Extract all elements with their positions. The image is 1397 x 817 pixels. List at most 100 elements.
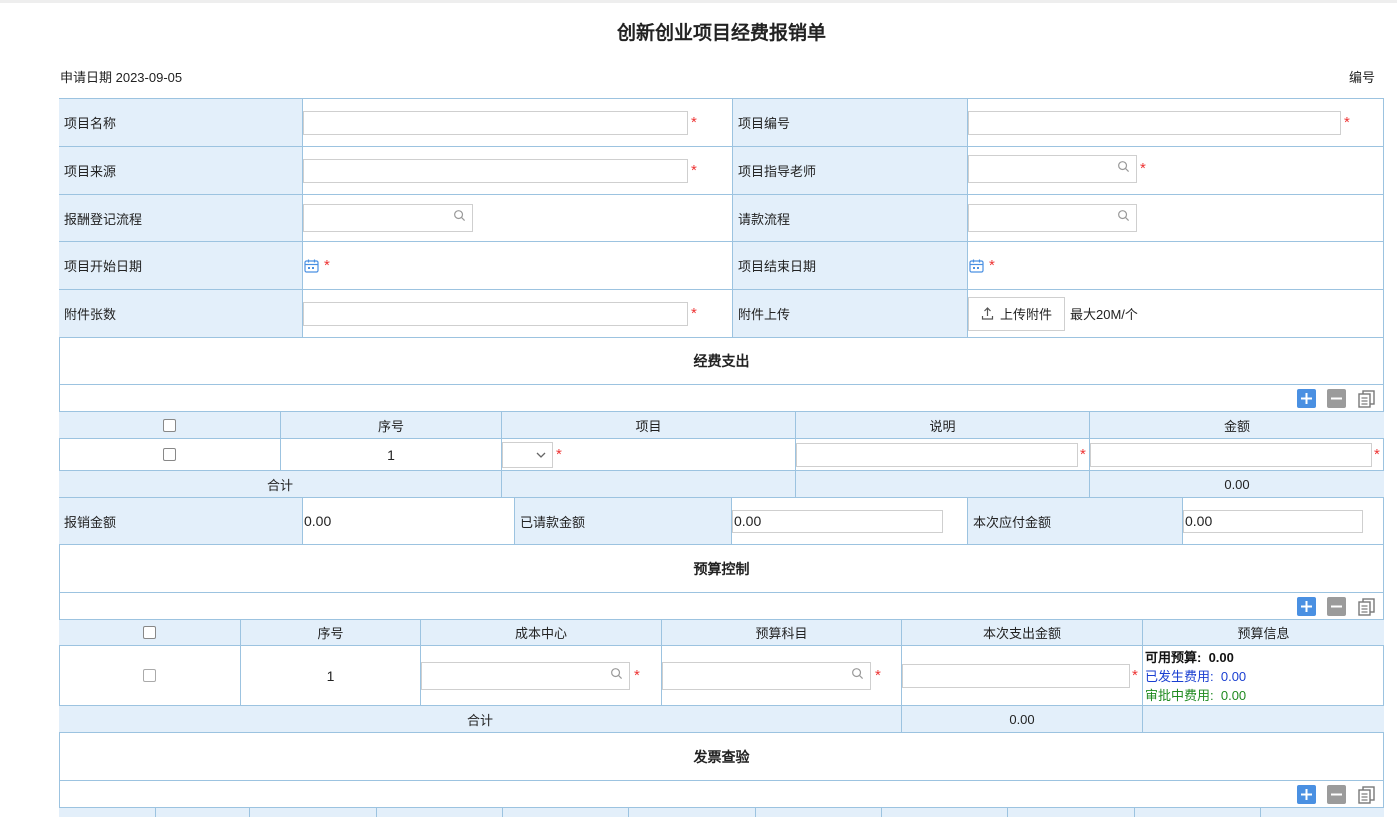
budget-table-header: 序号 成本中心 预算科目 本次支出金额 预算信息 xyxy=(59,619,1384,645)
expense-item-cell: * xyxy=(501,439,795,470)
delete-row-button[interactable] xyxy=(1327,389,1346,408)
copy-row-button[interactable] xyxy=(1357,597,1376,616)
copy-icon xyxy=(1358,786,1375,804)
column-header: 说明 xyxy=(795,412,1089,438)
required-mark: * xyxy=(1344,114,1350,131)
column-header: 金额 xyxy=(1089,412,1384,438)
column-header xyxy=(1007,808,1134,817)
column-header: 项目 xyxy=(501,412,795,438)
payable-amount-label: 本次应付金额 xyxy=(967,498,1182,544)
plus-icon xyxy=(1301,789,1312,800)
required-mark: * xyxy=(556,446,562,463)
end-date-label: 项目结束日期 xyxy=(732,242,967,289)
column-header xyxy=(628,808,755,817)
budget-info-cell: 可用预算: 0.00 已发生费用: 0.00 审批中费用: 0.00 xyxy=(1142,646,1384,705)
apply-date: 申请日期 2023-09-05 xyxy=(60,70,183,85)
column-header: 预算信息 xyxy=(1142,620,1384,645)
project-source-input[interactable] xyxy=(303,158,688,183)
expense-amount-input[interactable] xyxy=(1090,442,1372,467)
cost-center-cell: * xyxy=(420,646,661,705)
reimburse-amount-label: 报销金额 xyxy=(59,498,302,544)
column-header xyxy=(155,808,249,817)
project-mentor-cell: * xyxy=(967,147,1384,194)
project-source-label: 项目来源 xyxy=(59,147,302,194)
add-row-button[interactable] xyxy=(1297,389,1316,408)
page-title: 创新创业项目经费报销单 xyxy=(616,23,826,44)
row-index: 1 xyxy=(240,646,420,705)
form-row-attachments: 附件张数 * 附件上传 上传附件 最大20M/个 xyxy=(59,289,1384,337)
budget-subject-search[interactable] xyxy=(662,661,871,690)
empty-cell xyxy=(501,471,795,497)
row-select-cell xyxy=(59,646,240,705)
expense-total-row: 合计 0.00 xyxy=(59,470,1384,497)
form-row-flows: 报酬登记流程 请款流程 xyxy=(59,194,1384,241)
add-row-button[interactable] xyxy=(1297,785,1316,804)
required-mark: * xyxy=(1080,446,1086,463)
expense-amount-cell: * xyxy=(1089,439,1384,470)
amounts-row: 报销金额 0.00 已请款金额 0.00 本次应付金额 0.00 xyxy=(59,497,1384,544)
upload-limit-text: 最大20M/个 xyxy=(1070,307,1138,322)
row-checkbox[interactable] xyxy=(163,448,176,461)
project-code-cell: * xyxy=(967,99,1384,146)
expense-section-header: 经费支出 xyxy=(59,337,1384,384)
chevron-down-icon xyxy=(536,452,546,458)
invoice-table-header xyxy=(59,807,1384,817)
form-row-project-source: 项目来源 * 项目指导老师 * xyxy=(59,146,1384,194)
copy-icon xyxy=(1358,390,1375,408)
copy-row-button[interactable] xyxy=(1357,389,1376,408)
column-header: 成本中心 xyxy=(420,620,661,645)
column-header xyxy=(502,808,628,817)
project-mentor-label: 项目指导老师 xyxy=(732,147,967,194)
column-header xyxy=(881,808,1007,817)
copy-row-button[interactable] xyxy=(1357,785,1376,804)
spend-amount-input[interactable] xyxy=(902,663,1130,688)
project-name-input[interactable] xyxy=(303,110,688,135)
attachment-count-input[interactable] xyxy=(303,301,688,326)
reimburse-flow-search[interactable] xyxy=(303,204,473,232)
form-row-project-name: 项目名称 * 项目编号 * xyxy=(59,98,1384,146)
required-mark: * xyxy=(1374,446,1380,463)
expense-desc-input[interactable] xyxy=(796,442,1078,467)
minus-icon xyxy=(1331,793,1342,796)
delete-row-button[interactable] xyxy=(1327,597,1346,616)
invoice-section-header: 发票查验 xyxy=(59,732,1384,780)
upload-attachment-button[interactable]: 上传附件 xyxy=(968,296,1066,331)
expense-toolbar xyxy=(59,384,1384,411)
minus-icon xyxy=(1331,605,1342,608)
calendar-icon[interactable] xyxy=(304,259,319,273)
search-icon xyxy=(454,210,466,222)
select-all-checkbox[interactable] xyxy=(163,418,176,432)
expense-item-select[interactable] xyxy=(502,441,553,468)
start-date-label: 项目开始日期 xyxy=(59,242,302,289)
add-row-button[interactable] xyxy=(1297,597,1316,616)
pending-cost: 审批中费用: 0.00 xyxy=(1145,688,1247,703)
requested-amount-input[interactable]: 0.00 xyxy=(732,509,943,533)
calendar-icon[interactable] xyxy=(969,259,984,273)
request-flow-search[interactable] xyxy=(968,204,1137,232)
required-mark: * xyxy=(1140,160,1146,177)
budget-subject-cell: * xyxy=(661,646,901,705)
budget-table-row: 1 * * * 可用预算: 0.00 已发生费用: 0.00 审批中费用: 0.… xyxy=(59,645,1384,705)
plus-icon xyxy=(1301,601,1312,612)
column-header xyxy=(1134,808,1260,817)
spend-amount-cell: * xyxy=(901,646,1142,705)
payable-amount-cell: 0.00 xyxy=(1182,498,1384,544)
row-select-cell xyxy=(59,439,280,470)
cost-center-search[interactable] xyxy=(421,661,630,690)
expense-total-value: 0.00 xyxy=(1089,471,1384,497)
project-code-input[interactable] xyxy=(968,110,1341,135)
project-mentor-search[interactable] xyxy=(968,154,1137,183)
row-checkbox[interactable] xyxy=(143,669,156,682)
payable-amount-input[interactable]: 0.00 xyxy=(1183,509,1363,533)
select-all-checkbox[interactable] xyxy=(143,626,156,639)
attachment-upload-label: 附件上传 xyxy=(732,290,967,337)
search-icon xyxy=(1118,160,1130,172)
requested-amount-label: 已请款金额 xyxy=(514,498,731,544)
attachment-count-label: 附件张数 xyxy=(59,290,302,337)
project-source-cell: * xyxy=(302,147,732,194)
budget-total-label: 合计 xyxy=(59,706,901,732)
upload-button-label: 上传附件 xyxy=(1000,307,1053,322)
select-all-cell xyxy=(59,412,280,438)
budget-total-value: 0.00 xyxy=(901,706,1142,732)
delete-row-button[interactable] xyxy=(1327,785,1346,804)
